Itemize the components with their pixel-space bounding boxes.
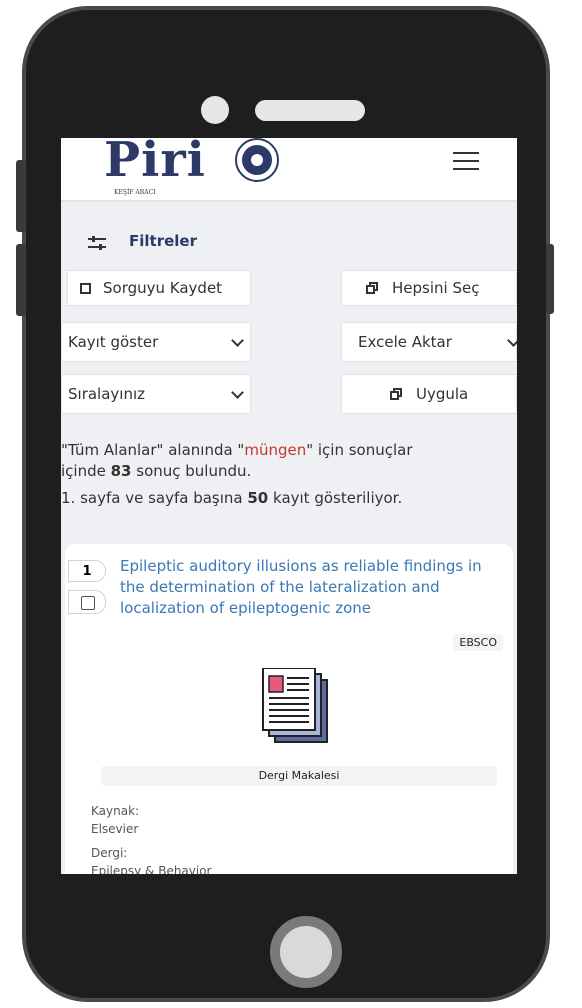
filters-toggle[interactable]: Filtreler — [61, 220, 517, 264]
result-count-line: içinde 83 sonuç bulundu. — [61, 462, 252, 480]
save-icon — [80, 282, 91, 294]
select-all-button[interactable]: Hepsini Seç — [341, 270, 517, 306]
record-number: 1 — [68, 560, 106, 582]
search-term: müngen — [244, 441, 307, 459]
menu-icon[interactable] — [453, 150, 479, 172]
checkbox[interactable] — [81, 596, 95, 610]
kaynak-label: Kaynak: — [91, 804, 140, 818]
record-title-link[interactable]: Epileptic auditory illusions as reliable… — [120, 556, 500, 619]
sliders-icon — [88, 236, 106, 250]
record-type: Dergi Makalesi — [101, 766, 497, 786]
result-count: 83 — [110, 462, 132, 480]
export-excel-select[interactable]: Excele Aktar — [341, 322, 517, 362]
result-summary: "Tüm Alanlar" alanında "müngen" için son… — [61, 440, 511, 509]
pagination-info: 1. sayfa ve sayfa başına 50 kayıt göster… — [61, 489, 403, 507]
site-header: Piri KEŞİF ARACI — [61, 138, 517, 202]
volume-down-button — [16, 244, 26, 316]
sort-select[interactable]: Sıralayınız — [61, 374, 251, 414]
source-badge: EBSCO — [453, 634, 503, 651]
copy-icon — [390, 388, 402, 400]
journal-article-icon — [262, 668, 328, 743]
filters-label: Filtreler — [129, 232, 197, 250]
result-query-line: "Tüm Alanlar" alanında "müngen" için son… — [61, 441, 413, 459]
record-select[interactable] — [68, 590, 106, 614]
volume-up-button — [16, 160, 26, 232]
power-button — [546, 244, 554, 314]
result-card: 1 Epileptic auditory illusions as reliab… — [65, 544, 513, 874]
university-seal-logo — [235, 138, 279, 182]
dergi-value: Epilepsy & Behavior — [91, 864, 212, 874]
home-button[interactable] — [270, 916, 342, 988]
copy-icon — [366, 282, 378, 294]
piri-logo[interactable]: Piri — [104, 138, 206, 188]
dergi-label: Dergi: — [91, 846, 128, 860]
logo-subtitle: KEŞİF ARACI — [114, 189, 156, 196]
chevron-down-icon — [231, 334, 244, 347]
chevron-down-icon — [231, 386, 244, 399]
apply-button[interactable]: Uygula — [341, 374, 517, 414]
show-records-select[interactable]: Kayıt göster — [61, 322, 251, 362]
per-page-count: 50 — [247, 489, 269, 507]
kaynak-value: Elsevier — [91, 822, 139, 836]
front-camera — [201, 96, 229, 124]
browser-screen: Piri KEŞİF ARACI Filtreler Sorguyu Kayde… — [61, 138, 517, 874]
save-query-button[interactable]: Sorguyu Kaydet — [67, 270, 251, 306]
speaker-grille — [255, 100, 365, 121]
chevron-down-icon — [507, 334, 517, 347]
